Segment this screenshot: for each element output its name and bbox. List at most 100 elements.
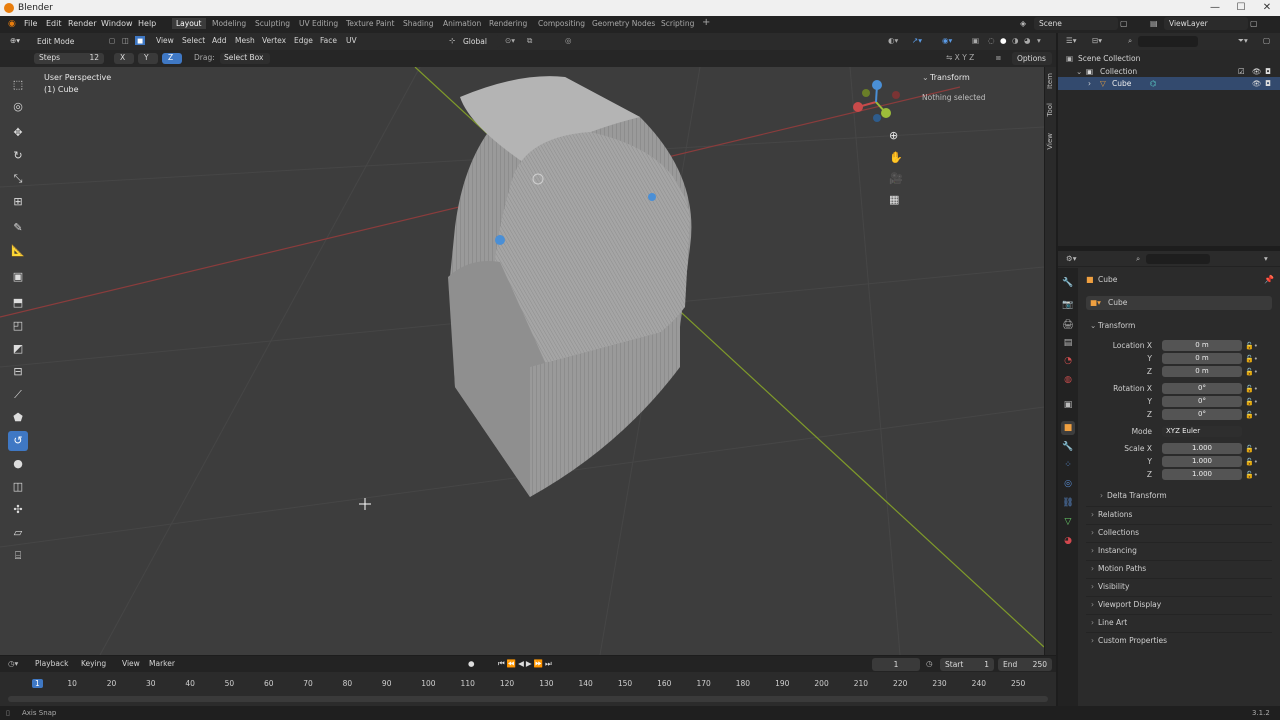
- minimize-button[interactable]: —: [1202, 0, 1228, 16]
- playback-menu[interactable]: Playback: [35, 659, 68, 668]
- axis-x-button[interactable]: X: [114, 53, 134, 64]
- current-frame-field[interactable]: 1: [872, 658, 920, 671]
- scale-z-field[interactable]: 1.000: [1162, 469, 1242, 480]
- axis-y-button[interactable]: Y: [138, 53, 158, 64]
- modifier-tab-icon[interactable]: 🔧: [1061, 440, 1075, 454]
- menu-face[interactable]: Face: [320, 36, 337, 45]
- menu-edit[interactable]: Edit: [46, 19, 62, 28]
- collection-label[interactable]: Collection: [1100, 67, 1137, 76]
- zoom-icon[interactable]: ⊕: [889, 129, 898, 142]
- new-collection-icon[interactable]: ▢: [1263, 36, 1270, 45]
- world-tab-icon[interactable]: ◍: [1061, 373, 1075, 387]
- vertex-handle-b[interactable]: [648, 193, 656, 201]
- delta-transform-section[interactable]: Delta Transform: [1107, 491, 1167, 500]
- rotate-tool-icon[interactable]: ↻: [8, 146, 28, 166]
- rotation-z-field[interactable]: 0°: [1162, 409, 1242, 420]
- tab-rendering[interactable]: Rendering: [489, 19, 527, 28]
- poly-build-tool-icon[interactable]: ⬟: [8, 408, 28, 428]
- smooth-tool-icon[interactable]: ●: [8, 454, 28, 474]
- rotation-x-field[interactable]: 0°: [1162, 383, 1242, 394]
- collection-render-icon[interactable]: ◘: [1265, 67, 1271, 76]
- xray-icon[interactable]: ▣: [972, 36, 979, 45]
- tab-compositing[interactable]: Compositing: [538, 19, 585, 28]
- outliner-search-input[interactable]: [1138, 36, 1198, 47]
- tab-tool[interactable]: Tool: [1046, 103, 1054, 117]
- tool-tab-icon[interactable]: 🔧: [1061, 276, 1075, 290]
- menu-vertex[interactable]: Vertex: [262, 36, 286, 45]
- physics-tab-icon[interactable]: ◎: [1061, 477, 1075, 491]
- scale-tool-icon[interactable]: ⤡: [8, 169, 28, 189]
- knife-tool-icon[interactable]: ⟋: [8, 385, 28, 405]
- spin-tool-icon[interactable]: ↺: [8, 431, 28, 451]
- menu-edge[interactable]: Edge: [294, 36, 313, 45]
- marker-menu[interactable]: Marker: [149, 659, 175, 668]
- tab-sculpting[interactable]: Sculpting: [255, 19, 290, 28]
- new-scene-icon[interactable]: ▢: [1120, 19, 1128, 28]
- outliner-type-icon[interactable]: ☰▾: [1066, 36, 1077, 45]
- tab-texture-paint[interactable]: Texture Paint: [346, 19, 394, 28]
- gizmo-neg-x-icon[interactable]: [892, 91, 900, 99]
- menu-uv[interactable]: UV: [346, 36, 357, 45]
- options-dropdown[interactable]: Options: [1012, 52, 1052, 65]
- auto-merge-icon[interactable]: ⧈: [996, 53, 1001, 63]
- vertex-handle-a[interactable]: [495, 235, 505, 245]
- collection-visibility-icon[interactable]: 👁: [1252, 67, 1262, 76]
- viewport-canvas[interactable]: [0, 67, 1044, 655]
- menu-add[interactable]: Add: [212, 36, 227, 45]
- scale-y-field[interactable]: 1.000: [1162, 456, 1242, 467]
- record-icon[interactable]: ●: [468, 659, 475, 668]
- rip-tool-icon[interactable]: ⌸: [8, 546, 28, 566]
- gizmo-neg-z-icon[interactable]: [873, 114, 881, 122]
- tab-animation[interactable]: Animation: [443, 19, 481, 28]
- collection-expand-icon[interactable]: ⌄: [1076, 67, 1082, 76]
- keying-menu[interactable]: Keying: [81, 659, 106, 668]
- orientation-selector[interactable]: Global: [458, 35, 500, 48]
- outliner-row-cube[interactable]: › ▽ Cube ⌬ 👁 ◘: [1058, 77, 1280, 90]
- gizmo-z-icon[interactable]: [872, 80, 882, 90]
- rotation-mode-dropdown[interactable]: XYZ Euler: [1162, 426, 1242, 437]
- tab-item[interactable]: Item: [1046, 73, 1054, 89]
- tab-modeling[interactable]: Modeling: [212, 19, 246, 28]
- transform-tool-icon[interactable]: ⊞: [8, 192, 28, 212]
- viewport-display-section[interactable]: › Viewport Display: [1086, 596, 1272, 612]
- gizmo-x-icon[interactable]: [853, 102, 863, 112]
- visibility-icon[interactable]: ◐▾: [888, 36, 898, 45]
- editor-type-icon[interactable]: ⊕▾: [10, 36, 20, 45]
- visibility-section[interactable]: › Visibility: [1086, 578, 1272, 594]
- scale-lock-icons[interactable]: 🔓• 🔓• 🔓•: [1245, 443, 1258, 482]
- object-name-field[interactable]: ■▾ Cube: [1086, 296, 1272, 310]
- camera-view-icon[interactable]: 🎥: [889, 172, 903, 185]
- material-shading-icon[interactable]: ◑: [1012, 36, 1019, 45]
- solid-shading-icon[interactable]: ●: [1000, 36, 1007, 45]
- scene-tab-icon[interactable]: ◔: [1061, 354, 1075, 368]
- location-z-field[interactable]: 0 m: [1162, 366, 1242, 377]
- view-layer-selector[interactable]: ViewLayer: [1164, 17, 1248, 30]
- end-frame-field[interactable]: End 250: [998, 658, 1052, 671]
- output-tab-icon[interactable]: 🖨: [1061, 318, 1075, 332]
- menu-window[interactable]: Window: [101, 19, 133, 28]
- collection-tab-icon[interactable]: ▣: [1061, 398, 1075, 412]
- constraints-tab-icon[interactable]: ⛓: [1061, 496, 1075, 510]
- proportional-edit-icon[interactable]: ◎: [565, 36, 572, 45]
- annotate-tool-icon[interactable]: ✎: [8, 218, 28, 238]
- cursor-tool-icon[interactable]: ◎: [8, 97, 28, 117]
- menu-help[interactable]: Help: [138, 19, 156, 28]
- timeline-type-icon[interactable]: ◷▾: [8, 659, 18, 668]
- frame-ruler[interactable]: 1 10 20 30 40 50 60 70 80 90 100 110 120 130 140 150 160…: [0, 674, 1056, 688]
- properties-search-input[interactable]: [1146, 254, 1210, 264]
- scale-x-field[interactable]: 1.000: [1162, 443, 1242, 454]
- object-tab-icon[interactable]: ■: [1061, 421, 1075, 435]
- 3d-viewport[interactable]: User Perspective (1) Cube ⬚ ◎ ✥ ↻ ⤡ ⊞ ✎ …: [0, 67, 1044, 655]
- snap-icon[interactable]: ⧉: [527, 36, 532, 46]
- mode-selector[interactable]: Edit Mode: [32, 35, 104, 48]
- pin-icon[interactable]: 📌: [1264, 275, 1274, 284]
- pivot-icon[interactable]: ⊙▾: [505, 36, 515, 45]
- loop-cut-tool-icon[interactable]: ⊟: [8, 362, 28, 382]
- relations-section[interactable]: › Relations: [1086, 506, 1272, 522]
- pan-hand-icon[interactable]: ✋: [889, 151, 903, 164]
- motion-paths-section[interactable]: › Motion Paths: [1086, 560, 1272, 576]
- navigation-gizmo[interactable]: [853, 80, 900, 122]
- npanel-transform-header[interactable]: Transform: [930, 73, 970, 82]
- location-lock-icons[interactable]: 🔓• 🔓• 🔓•: [1245, 340, 1258, 379]
- tab-layout[interactable]: Layout: [172, 18, 206, 29]
